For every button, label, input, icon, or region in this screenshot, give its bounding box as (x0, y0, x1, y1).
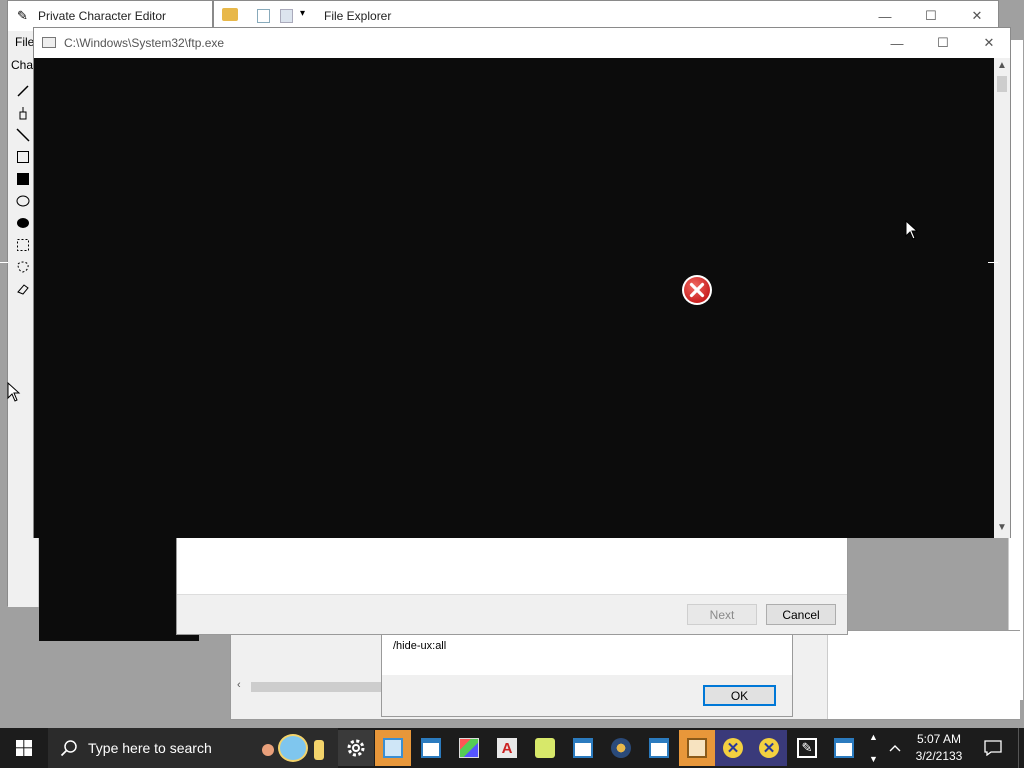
globe-icon (611, 738, 631, 758)
notification-icon (984, 740, 1002, 756)
wizard-content (177, 536, 847, 595)
action-center-button[interactable] (976, 728, 1010, 768)
properties-icon[interactable] (257, 9, 270, 23)
chevron-down-icon[interactable]: ▼ (869, 754, 878, 764)
taskbar-x-app-button[interactable]: ✕ (715, 730, 751, 766)
search-box[interactable]: Type here to search (48, 728, 338, 768)
taskbar-tools-button[interactable] (527, 730, 563, 766)
background-console-window (39, 535, 199, 641)
search-icon (60, 740, 77, 757)
taskbar-app-button[interactable] (826, 730, 862, 766)
dropdown-chevron-icon[interactable]: ▾ (300, 8, 305, 19)
tools-icon (535, 738, 555, 758)
new-folder-icon[interactable] (280, 9, 293, 23)
control-panel-icon (383, 738, 403, 758)
taskbar-font-viewer-button[interactable]: A (489, 730, 525, 766)
taskbar-globe-button[interactable] (603, 730, 639, 766)
scroll-up-icon[interactable]: ▲ (997, 60, 1007, 71)
console-title: C:\Windows\System32\ftp.exe (64, 36, 225, 50)
taskbar-media-button[interactable] (679, 730, 715, 766)
scroll-left-icon[interactable]: ‹ (237, 679, 241, 691)
ok-button[interactable]: OK (703, 685, 776, 706)
console-app-icon (42, 37, 56, 48)
wizard-dialog: Next Cancel (176, 535, 848, 635)
console-close-button[interactable]: ✕ (966, 28, 1012, 58)
settings-icon (347, 739, 365, 757)
taskbar: Type here to search A ✕ ✕ ✎ ▲ ▼ 5:07 AM … (0, 728, 1024, 768)
clock-date: 3/2/2133 (915, 749, 963, 763)
crosshair-left-mark (0, 262, 8, 263)
window-app-icon (421, 738, 441, 758)
scroll-down-icon[interactable]: ▼ (997, 522, 1007, 533)
media-icon (687, 738, 707, 758)
clock[interactable]: 5:07 AM 3/2/2133 (906, 728, 972, 768)
taskbar-settings-button[interactable] (338, 730, 374, 766)
mouse-cursor-icon (905, 219, 919, 243)
chevron-up-icon[interactable]: ▲ (869, 732, 878, 742)
x-app-icon: ✕ (723, 738, 743, 758)
search-placeholder: Type here to search (88, 740, 212, 756)
windows-logo-icon (16, 740, 32, 756)
explorer-title: File Explorer (324, 9, 392, 23)
console-output-area[interactable] (34, 58, 994, 538)
pce-app-icon: ✎ (17, 8, 28, 23)
message-box-text: /hide-ux:all (393, 640, 447, 652)
console-maximize-button[interactable]: ☐ (920, 28, 966, 58)
taskbar-x-app-button[interactable]: ✕ (751, 730, 787, 766)
taskbar-paint-button[interactable] (451, 730, 487, 766)
taskbar-app-button[interactable] (641, 730, 677, 766)
console-scrollbar-thumb[interactable] (997, 76, 1007, 92)
window-app-icon (573, 738, 593, 758)
paint-icon (459, 738, 479, 758)
console-titlebar: C:\Windows\System32\ftp.exe — ☐ ✕ (34, 28, 1010, 58)
caret-up-icon (889, 745, 901, 752)
taskbar-app-button[interactable] (565, 730, 601, 766)
pce-menu-file[interactable]: File (15, 35, 34, 49)
folder-icon (222, 8, 238, 21)
pen-app-icon: ✎ (797, 738, 817, 758)
message-box-content: /hide-ux:all (382, 631, 792, 675)
x-app-icon: ✕ (759, 738, 779, 758)
taskbar-app-button[interactable] (413, 730, 449, 766)
clock-time: 5:07 AM (916, 732, 962, 746)
mouse-cursor-icon (7, 381, 21, 405)
font-viewer-icon: A (497, 738, 517, 758)
show-desktop-button[interactable] (1018, 728, 1024, 768)
search-highlight-graphic (260, 732, 334, 764)
window-app-icon (834, 738, 854, 758)
console-minimize-button[interactable]: — (874, 28, 920, 58)
taskbar-control-panel-button[interactable] (375, 730, 411, 766)
show-hidden-icons-button[interactable] (884, 728, 906, 768)
cancel-button[interactable]: Cancel (766, 604, 836, 625)
next-button[interactable]: Next (687, 604, 757, 625)
error-icon (681, 274, 713, 306)
taskbar-overflow-scroller[interactable]: ▲ ▼ (866, 728, 880, 768)
start-button[interactable] (0, 728, 48, 768)
message-box: /hide-ux:all OK (381, 630, 793, 717)
ftp-console-window: C:\Windows\System32\ftp.exe — ☐ ✕ ▲ ▼ (33, 27, 1011, 538)
taskbar-pen-app-button[interactable]: ✎ (789, 730, 825, 766)
window-app-icon (649, 738, 669, 758)
console-vertical-scrollbar[interactable]: ▲ ▼ (994, 58, 1010, 538)
scrollbar-thumb[interactable] (251, 682, 381, 692)
explorer-right-panel (827, 631, 1020, 719)
horizontal-scrollbar[interactable]: ‹ (233, 679, 383, 695)
crosshair-right-mark (988, 262, 998, 263)
pce-title: Private Character Editor (38, 9, 167, 23)
